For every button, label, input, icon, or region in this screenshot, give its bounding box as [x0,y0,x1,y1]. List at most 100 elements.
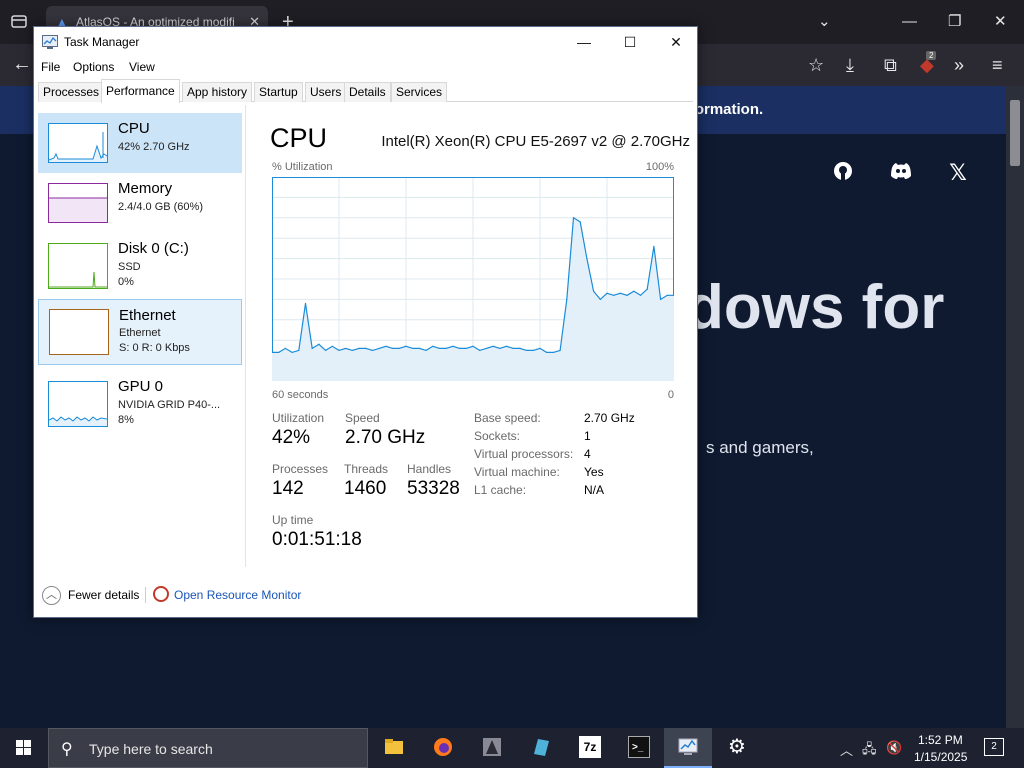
menu-view[interactable]: View [129,60,155,74]
chart-point [646,288,648,290]
file-explorer-button[interactable] [370,728,418,768]
chart-point [479,349,481,351]
chart-point [606,292,608,294]
chart-point [318,343,320,345]
menu-bar: File Options View [34,57,697,77]
tab-performance[interactable]: Performance [101,79,180,103]
chart-point [653,245,655,247]
open-resource-monitor-link[interactable]: Open Resource Monitor [174,588,301,602]
menu-options[interactable]: Options [73,60,114,74]
firefox-button[interactable] [419,728,467,768]
tab-details[interactable]: Details [344,82,391,102]
menu-icon[interactable]: ≡ [992,54,1003,76]
terminal-button[interactable]: >_ [615,728,663,768]
minimize-button[interactable]: — [561,31,607,53]
hero-subtext: s and gamers, [706,438,814,457]
utilization-label: Utilization [272,411,325,425]
uptime-value: 0:01:51:18 [272,529,362,550]
scrollbar-thumb[interactable] [1010,100,1020,166]
chart-point [472,345,474,347]
minimize-icon[interactable]: — [902,12,917,32]
tab-startup[interactable]: Startup [254,82,303,102]
chart-point [418,347,420,349]
clock-time[interactable]: 1:52 PM [918,733,963,747]
chevron-up-icon[interactable]: ︿ [42,586,61,605]
notebook-icon [530,736,552,758]
overflow-chevrons-icon[interactable]: » [954,54,964,76]
menu-file[interactable]: File [41,60,60,74]
chevron-down-icon[interactable]: ⌄ [818,12,831,32]
window-title: Task Manager [64,35,140,49]
chart-point [566,298,568,300]
chart-point [586,258,588,260]
chart-point [532,349,534,351]
gear-icon: ⚙ [728,736,746,758]
tab-processes[interactable]: Processes [38,82,105,102]
chart-point [278,351,280,354]
title-bar[interactable]: Task Manager — ☐ ✕ [34,27,697,57]
extensions-icon[interactable]: ⧉ [884,54,897,76]
chart-point [613,294,615,296]
uptime-label: Up time [272,513,314,527]
resource-item-ethernet[interactable]: Ethernet Ethernet S: 0 R: 0 Kbps [38,299,242,365]
chart-point [385,345,387,347]
resource-detail: 0% [118,276,134,288]
threads-label: Threads [344,462,389,476]
download-icon[interactable]: ⤓ [846,54,854,76]
chart-ymax-label: 100% [645,161,674,173]
scrollbar[interactable] [1006,86,1024,728]
volume-muted-icon[interactable]: 🔇 [886,740,902,756]
chart-point [633,290,635,292]
start-button[interactable] [0,728,48,768]
resource-item-memory[interactable]: Memory 2.4/4.0 GB (60%) [38,173,242,233]
firefox-icon [432,736,454,758]
taskbar: ⚲ Type here to search 7z >_ ⚙ ︿ 🖧 🔇 1:52… [0,728,1024,768]
network-icon[interactable]: 🖧 [862,740,877,762]
tab-list-icon[interactable] [10,12,28,30]
discord-icon[interactable] [886,160,916,186]
close-icon[interactable]: ✕ [994,12,1007,32]
back-arrow-icon[interactable]: ← [12,53,32,76]
chevron-up-icon[interactable]: ︿ [840,740,853,759]
app-4-button[interactable] [517,728,565,768]
clock-date[interactable]: 1/15/2025 [914,750,967,764]
7zip-icon: 7z [579,736,601,758]
chart-point [512,347,514,349]
resource-detail: NVIDIA GRID P40-... [118,399,221,411]
spec-label: Base speed: [474,411,541,425]
tab-app-history[interactable]: App history [182,82,253,102]
speed-value: 2.70 GHz [345,427,426,448]
resource-detail: SSD [118,261,141,273]
resource-item-cpu[interactable]: CPU 42% 2.70 GHz [38,113,242,173]
fewer-details-button[interactable]: Fewer details [68,588,139,602]
tab-users[interactable]: Users [305,82,347,102]
chart-point [599,298,601,300]
close-button[interactable]: ✕ [653,31,699,53]
x-twitter-icon[interactable]: 𝕏 [945,160,971,186]
7zip-button[interactable]: 7z [566,728,614,768]
chart-point [378,347,380,349]
app-3-button[interactable] [468,728,516,768]
resource-detail: 42% 2.70 GHz [118,141,190,153]
maximize-button[interactable]: ☐ [607,31,653,53]
github-icon[interactable] [830,160,856,186]
resource-item-gpu[interactable]: GPU 0 NVIDIA GRID P40-... 8% [38,371,242,431]
chart-xlabel: 60 seconds [272,389,329,401]
taskbar-search[interactable]: ⚲ Type here to search [48,728,368,768]
resource-item-disk[interactable]: Disk 0 (C:) SSD 0% [38,233,242,293]
task-manager-taskbar-button[interactable] [664,728,712,768]
notification-center-icon[interactable]: 2 [984,738,1004,756]
star-icon[interactable]: ☆ [808,54,824,76]
processes-label: Processes [272,462,329,476]
resource-monitor-icon[interactable] [153,586,169,602]
spec-label: L1 cache: [474,483,527,497]
resource-name: CPU [118,120,150,137]
chart-point [425,349,427,351]
threads-value: 1460 [344,478,387,499]
memory-thumbnail [48,183,108,223]
restore-icon[interactable]: ❐ [948,12,961,32]
settings-button[interactable]: ⚙ [713,728,761,768]
tab-services[interactable]: Services [391,82,448,102]
chart-point [284,347,286,349]
chart-point [539,347,541,349]
